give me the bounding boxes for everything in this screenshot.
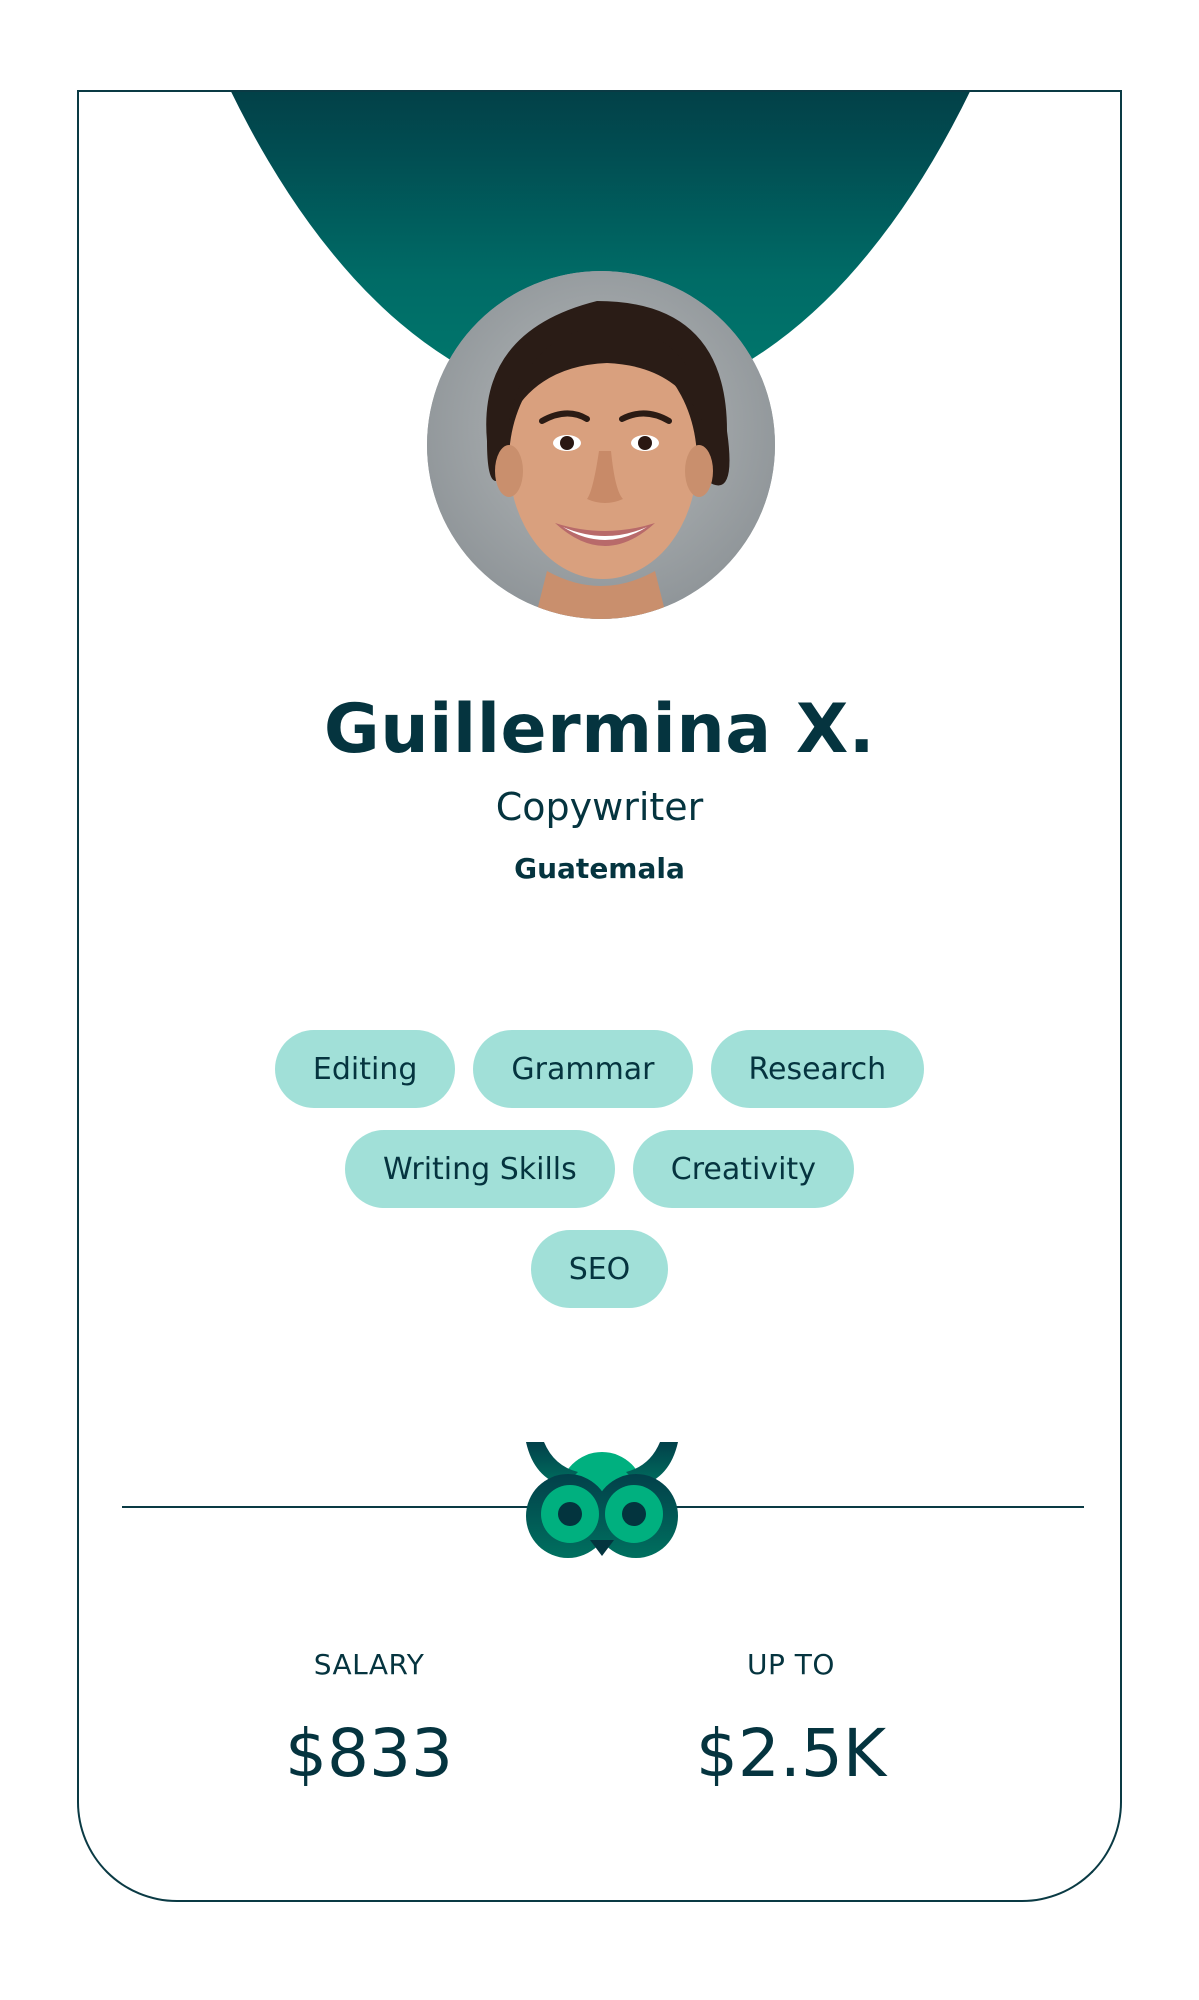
divider-left [122, 1506, 532, 1508]
avatar [427, 271, 775, 619]
skills-row: SEO [79, 1230, 1120, 1308]
profile-role: Copywriter [495, 785, 704, 829]
upto-stat: UP TO $2.5K [611, 1648, 971, 1792]
skills-list: Editing Grammar Research Writing Skills … [79, 1030, 1120, 1330]
skill-tag-seo[interactable]: SEO [530, 1230, 669, 1308]
salary-stat: SALARY $833 [189, 1648, 549, 1792]
divider-right [674, 1506, 1084, 1508]
salary-label: SALARY [313, 1648, 425, 1681]
skill-tag-creativity[interactable]: Creativity [632, 1130, 854, 1208]
skills-row: Editing Grammar Research [79, 1030, 1120, 1108]
skill-tag-editing[interactable]: Editing [274, 1030, 456, 1108]
profile-location: Guatemala [514, 852, 685, 885]
profile-name: Guillermina X. [323, 690, 876, 769]
card-top-border [79, 90, 1120, 92]
salary-value: $833 [285, 1715, 453, 1792]
upto-value: $2.5K [695, 1715, 887, 1792]
skill-tag-grammar[interactable]: Grammar [473, 1030, 693, 1108]
owl-logo-icon [526, 1442, 678, 1558]
skill-tag-writing-skills[interactable]: Writing Skills [345, 1130, 615, 1208]
skills-row: Writing Skills Creativity [79, 1130, 1120, 1208]
person-photo-icon [427, 271, 775, 619]
skill-tag-research[interactable]: Research [710, 1030, 925, 1108]
profile-card: Guillermina X. Copywriter Guatemala Edit… [77, 90, 1122, 1902]
upto-label: UP TO [747, 1648, 835, 1681]
